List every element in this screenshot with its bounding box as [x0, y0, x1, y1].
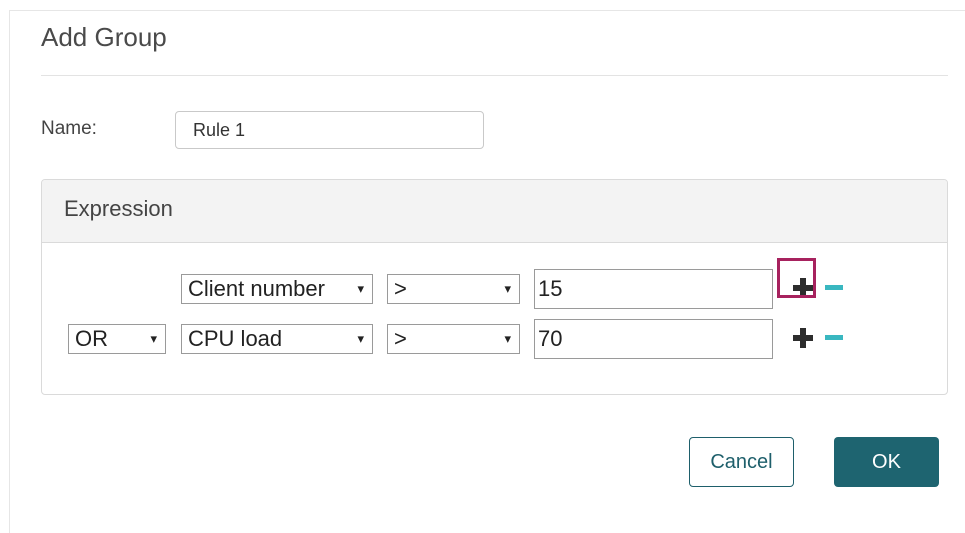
- operator-select-row-2[interactable]: > ▾: [387, 324, 520, 354]
- name-label: Name:: [41, 118, 97, 139]
- highlight-box: [777, 258, 816, 298]
- expression-title: Expression: [64, 196, 173, 221]
- ok-button[interactable]: OK: [834, 437, 939, 487]
- cancel-button[interactable]: Cancel: [689, 437, 794, 487]
- operator-select-value: >: [394, 326, 407, 351]
- value-input-text: 15: [538, 276, 563, 301]
- value-input-text: 70: [538, 326, 563, 351]
- add-condition-icon[interactable]: [792, 327, 814, 349]
- chevron-down-icon: ▾: [357, 331, 364, 346]
- value-input-row-1[interactable]: 15: [534, 269, 773, 309]
- add-group-dialog: Add Group Name: Expression: [9, 10, 965, 533]
- remove-condition-icon[interactable]: [825, 285, 843, 290]
- dialog-title: Add Group: [41, 22, 167, 52]
- chevron-down-icon: ▾: [504, 331, 511, 346]
- chevron-down-icon: ▾: [504, 281, 511, 296]
- expression-panel-header: [42, 180, 947, 243]
- operator-select-value: >: [394, 276, 407, 301]
- remove-condition-icon[interactable]: [825, 335, 843, 340]
- field-select-value: CPU load: [188, 326, 283, 351]
- connector-select-row-2[interactable]: OR ▾: [68, 324, 166, 354]
- operator-select-row-1[interactable]: > ▾: [387, 274, 520, 304]
- field-select-value: Client number: [188, 276, 325, 301]
- chevron-down-icon: ▾: [150, 331, 157, 346]
- value-input-row-2[interactable]: 70: [534, 319, 773, 359]
- connector-select-value: OR: [75, 326, 108, 351]
- field-select-row-2[interactable]: CPU load ▾: [181, 324, 373, 354]
- name-input[interactable]: [175, 111, 484, 149]
- title-divider: [41, 75, 948, 76]
- chevron-down-icon: ▾: [357, 281, 364, 296]
- field-select-row-1[interactable]: Client number ▾: [181, 274, 373, 304]
